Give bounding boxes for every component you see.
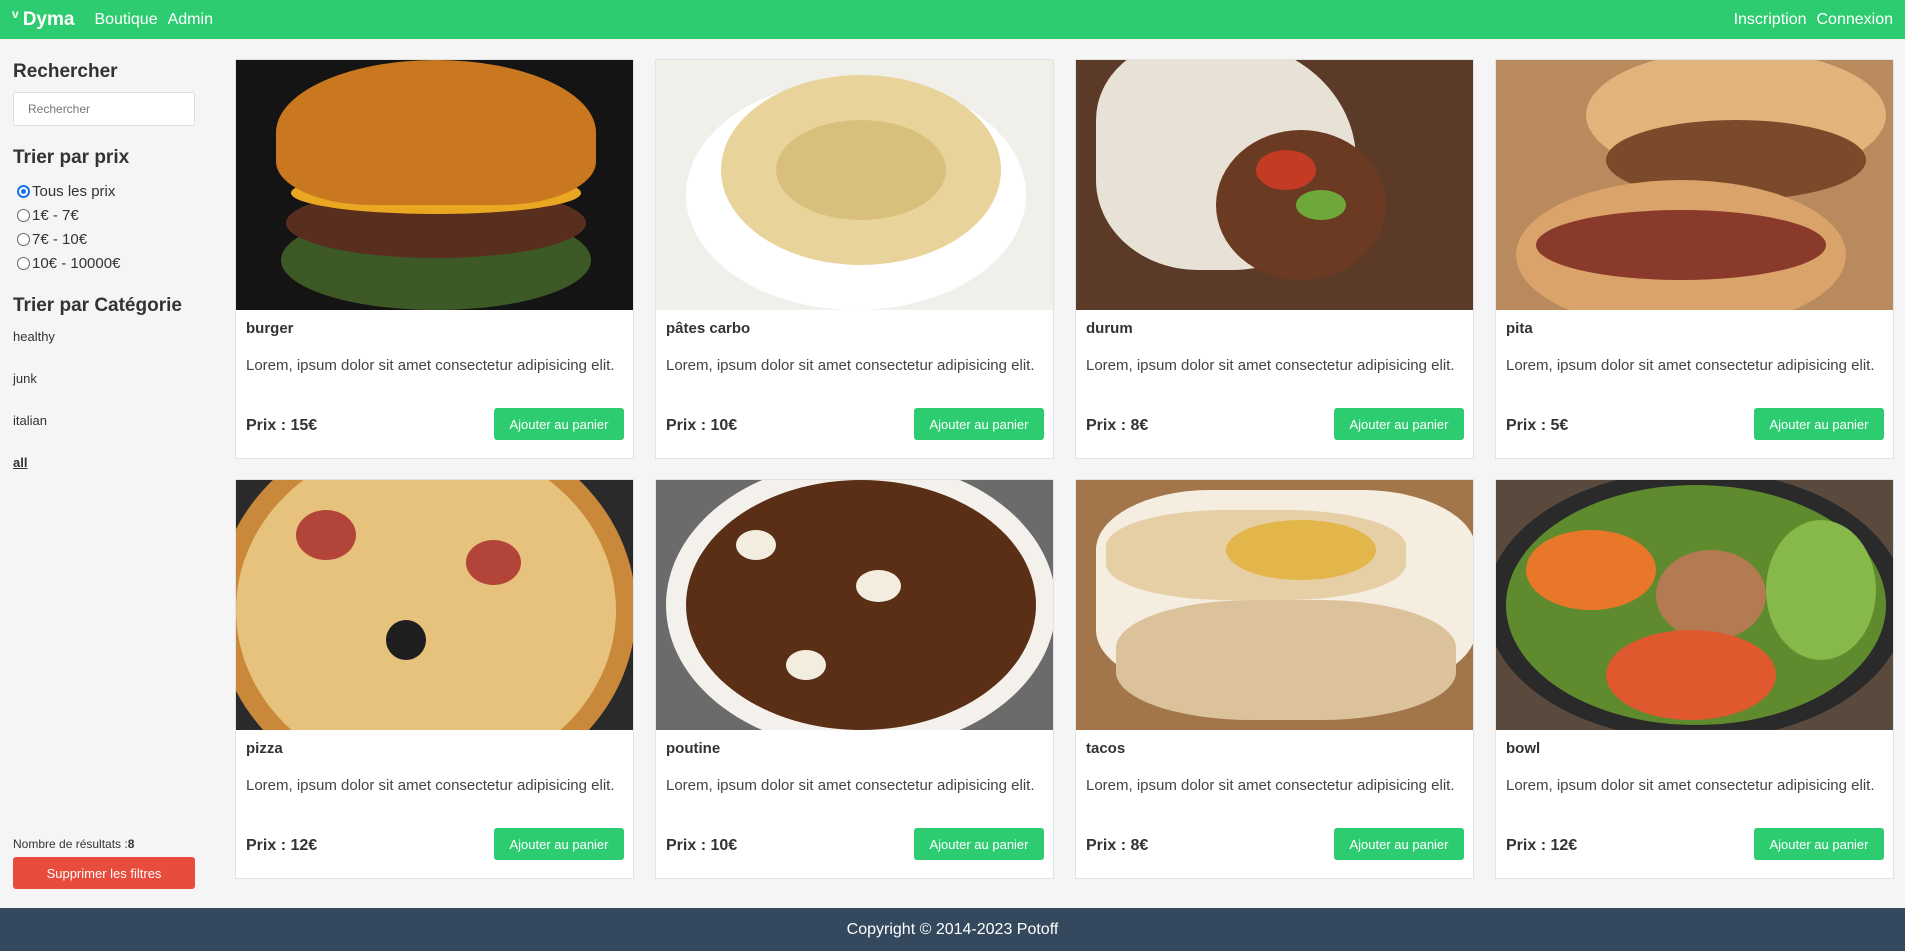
category-junk[interactable]: junk <box>13 371 55 413</box>
product-card: tacos Lorem, ipsum dolor sit amet consec… <box>1075 479 1474 879</box>
brand-name: Dyma <box>22 8 75 30</box>
product-card: pâtes carbo Lorem, ipsum dolor sit amet … <box>655 59 1054 459</box>
bowl-photo[interactable] <box>1496 480 1893 730</box>
product-description: Lorem, ipsum dolor sit amet consectetur … <box>666 357 1035 374</box>
category-italian[interactable]: italian <box>13 413 55 455</box>
price-option-10-10000[interactable]: 10€ - 10000€ <box>17 251 120 275</box>
product-description: Lorem, ipsum dolor sit amet consectetur … <box>1086 777 1455 794</box>
page-footer: Copyright © 2014-2023 Potoff <box>0 908 1905 951</box>
product-price: Prix : 10€ <box>666 417 738 434</box>
filter-sidebar: Rechercher Trier par prix Tous les prix … <box>0 39 222 908</box>
product-price: Prix : 8€ <box>1086 837 1149 854</box>
product-description: Lorem, ipsum dolor sit amet consectetur … <box>246 777 615 794</box>
product-name: pita <box>1506 320 1533 337</box>
price-option-all[interactable]: Tous les prix <box>17 179 120 203</box>
nav-right: Inscription Connexion <box>1734 11 1893 29</box>
nav-admin-link[interactable]: Admin <box>168 11 213 29</box>
copyright-text: Copyright © 2014-2023 Potoff <box>846 920 1059 938</box>
price-option-7-10[interactable]: 7€ - 10€ <box>17 227 120 251</box>
product-description: Lorem, ipsum dolor sit amet consectetur … <box>1506 777 1875 794</box>
logo-icon: v <box>12 6 19 21</box>
add-to-cart-button[interactable]: Ajouter au panier <box>914 408 1044 440</box>
radio-button-checked[interactable] <box>17 184 30 198</box>
clear-filters-button[interactable]: Supprimer les filtres <box>13 857 195 889</box>
product-name: pizza <box>246 740 283 757</box>
durum-photo[interactable] <box>1076 60 1473 310</box>
search-heading: Rechercher <box>13 61 118 82</box>
price-option-1-7[interactable]: 1€ - 7€ <box>17 203 120 227</box>
nav-boutique-link[interactable]: Boutique <box>94 11 157 29</box>
add-to-cart-button[interactable]: Ajouter au panier <box>1754 408 1884 440</box>
logo[interactable]: v Dyma <box>12 6 75 31</box>
results-label: Nombre de résultats : <box>13 837 128 851</box>
add-to-cart-button[interactable]: Ajouter au panier <box>494 408 624 440</box>
product-card: poutine Lorem, ipsum dolor sit amet cons… <box>655 479 1054 879</box>
product-price: Prix : 8€ <box>1086 417 1149 434</box>
add-to-cart-button[interactable]: Ajouter au panier <box>494 828 624 860</box>
product-description: Lorem, ipsum dolor sit amet consectetur … <box>1086 357 1455 374</box>
product-name: poutine <box>666 740 721 757</box>
product-card: pizza Lorem, ipsum dolor sit amet consec… <box>235 479 634 879</box>
product-card: durum Lorem, ipsum dolor sit amet consec… <box>1075 59 1474 459</box>
product-name: pâtes carbo <box>666 320 751 337</box>
price-option-label: 1€ - 7€ <box>32 206 79 224</box>
product-name: bowl <box>1506 740 1541 757</box>
poutine-photo[interactable] <box>656 480 1053 730</box>
product-price: Prix : 5€ <box>1506 417 1569 434</box>
product-name: burger <box>246 320 294 337</box>
category-filter-heading: Trier par Catégorie <box>13 295 182 316</box>
pasta-photo[interactable] <box>656 60 1053 310</box>
add-to-cart-button[interactable]: Ajouter au panier <box>914 828 1044 860</box>
add-to-cart-button[interactable]: Ajouter au panier <box>1334 828 1464 860</box>
add-to-cart-button[interactable]: Ajouter au panier <box>1334 408 1464 440</box>
top-navbar: v Dyma Boutique Admin Inscription Connex… <box>0 0 1905 39</box>
product-card: bowl Lorem, ipsum dolor sit amet consect… <box>1495 479 1894 879</box>
category-healthy[interactable]: healthy <box>13 329 55 371</box>
product-price: Prix : 12€ <box>246 837 318 854</box>
radio-button[interactable] <box>17 232 30 246</box>
product-card: pita Lorem, ipsum dolor sit amet consect… <box>1495 59 1894 459</box>
add-to-cart-button[interactable]: Ajouter au panier <box>1754 828 1884 860</box>
product-description: Lorem, ipsum dolor sit amet consectetur … <box>246 357 615 374</box>
burger-photo[interactable] <box>236 60 633 310</box>
product-description: Lorem, ipsum dolor sit amet consectetur … <box>1506 357 1875 374</box>
price-option-label: Tous les prix <box>32 182 116 200</box>
product-description: Lorem, ipsum dolor sit amet consectetur … <box>666 777 1035 794</box>
product-name: durum <box>1086 320 1133 337</box>
price-filter-heading: Trier par prix <box>13 147 130 168</box>
radio-button[interactable] <box>17 256 30 270</box>
product-name: tacos <box>1086 740 1126 757</box>
price-filter-list: Tous les prix 1€ - 7€ 7€ - 10€ 10€ - 100… <box>17 179 120 275</box>
price-option-label: 10€ - 10000€ <box>32 254 121 272</box>
radio-button[interactable] <box>17 208 30 222</box>
pizza-photo[interactable] <box>236 480 633 730</box>
results-count: Nombre de résultats :8 <box>13 837 134 851</box>
tacos-photo[interactable] <box>1076 480 1473 730</box>
price-option-label: 7€ - 10€ <box>32 230 88 248</box>
product-price: Prix : 15€ <box>246 417 318 434</box>
category-list: healthy junk italian all <box>13 329 55 497</box>
product-price: Prix : 10€ <box>666 837 738 854</box>
results-number: 8 <box>127 837 135 851</box>
nav-connexion-link[interactable]: Connexion <box>1817 11 1894 29</box>
nav-inscription-link[interactable]: Inscription <box>1734 11 1807 29</box>
product-card: burger Lorem, ipsum dolor sit amet conse… <box>235 59 634 459</box>
pita-photo[interactable] <box>1496 60 1893 310</box>
search-input[interactable] <box>13 92 195 126</box>
category-all[interactable]: all <box>13 455 55 497</box>
product-grid: burger Lorem, ipsum dolor sit amet conse… <box>235 59 1894 879</box>
product-price: Prix : 12€ <box>1506 837 1578 854</box>
